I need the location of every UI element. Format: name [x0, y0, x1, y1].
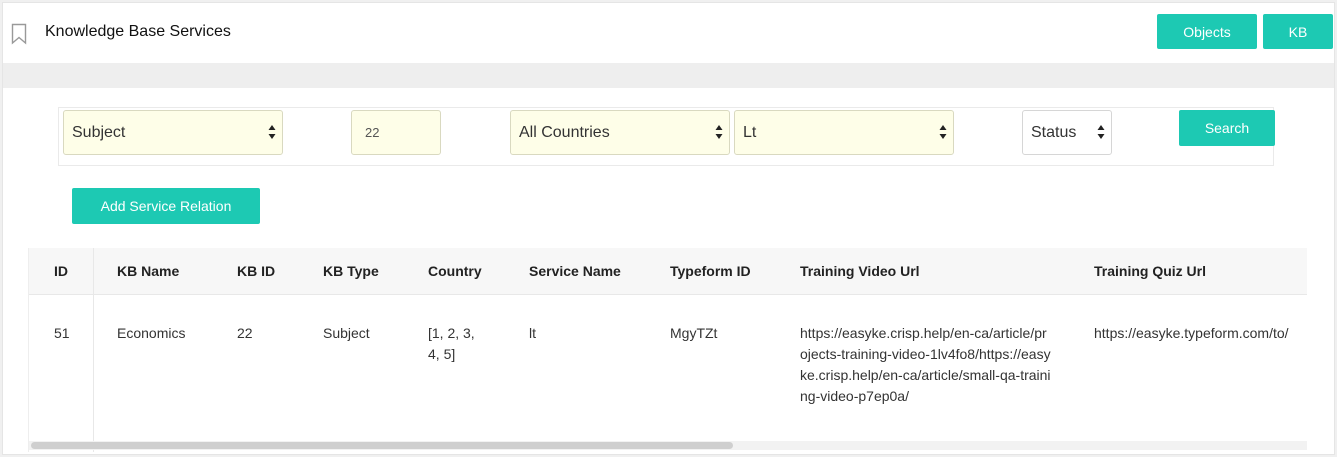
country-select[interactable]: All Countries [510, 110, 730, 155]
status-select-value: Status [1031, 124, 1077, 141]
column-header-typeform-id[interactable]: Typeform ID [670, 263, 751, 279]
add-service-relation-button[interactable]: Add Service Relation [72, 188, 260, 224]
horizontal-scrollbar[interactable] [29, 441, 1307, 450]
table-header-row: ID KB Name KB ID KB Type Country Service… [29, 248, 1307, 295]
select-arrows-icon [939, 125, 947, 139]
cell-kb-name: Economics [117, 325, 186, 341]
kb-type-select[interactable]: Subject [63, 110, 283, 155]
column-header-kb-id[interactable]: KB ID [237, 263, 275, 279]
cell-id: 51 [54, 325, 70, 341]
cell-country: [1, 2, 3, 4, 5] [428, 325, 475, 362]
column-header-kb-type[interactable]: KB Type [323, 263, 379, 279]
cell-typeform-id: MgyTZt [670, 325, 718, 341]
column-header-kb-name[interactable]: KB Name [117, 263, 179, 279]
kb-id-input[interactable]: 22 [351, 110, 441, 155]
service-select-value: Lt [743, 124, 757, 141]
cell-training-video-url[interactable]: https://easyke.crisp.help/en-ca/article/… [800, 323, 1052, 407]
kb-button[interactable]: KB [1263, 14, 1333, 49]
kb-type-select-value: Subject [72, 124, 126, 141]
column-header-training-video-url[interactable]: Training Video Url [800, 263, 920, 279]
select-arrows-icon [1097, 125, 1105, 139]
column-divider [93, 248, 94, 452]
cell-kb-type: Subject [323, 325, 370, 341]
column-header-training-quiz-url[interactable]: Training Quiz Url [1094, 263, 1206, 279]
column-header-id[interactable]: ID [54, 263, 68, 279]
bookmark-icon[interactable] [11, 23, 27, 45]
column-header-country[interactable]: Country [428, 263, 482, 279]
cell-kb-id: 22 [237, 325, 253, 341]
status-select[interactable]: Status [1022, 110, 1112, 155]
cell-training-quiz-url[interactable]: https://easyke.typeform.com/to/ [1094, 323, 1289, 344]
select-arrows-icon [715, 125, 723, 139]
cell-service-name: lt [529, 325, 536, 341]
service-select[interactable]: Lt [734, 110, 954, 155]
header-divider-band [3, 63, 1334, 88]
select-arrows-icon [268, 125, 276, 139]
scrollbar-thumb[interactable] [31, 442, 733, 449]
objects-button[interactable]: Objects [1157, 14, 1257, 49]
services-table: ID KB Name KB ID KB Type Country Service… [28, 248, 1307, 452]
page-title: Knowledge Base Services [45, 23, 231, 40]
column-header-service-name[interactable]: Service Name [529, 263, 621, 279]
search-button[interactable]: Search [1179, 110, 1275, 146]
country-select-value: All Countries [519, 124, 610, 141]
page-header: Knowledge Base Services Objects KB [3, 3, 1334, 63]
